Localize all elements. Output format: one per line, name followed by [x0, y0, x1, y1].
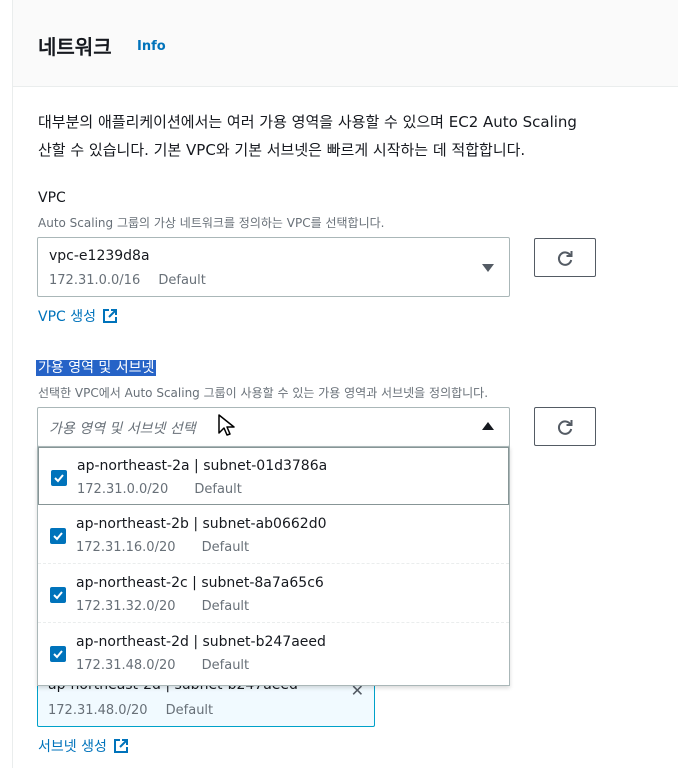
option-cidr: 172.31.48.0/20 [76, 658, 176, 673]
option-meta: 172.31.48.0/20 Default [76, 658, 249, 673]
option-default-tag: Default [201, 599, 250, 614]
option-meta: 172.31.32.0/20 Default [76, 599, 249, 614]
vpc-sublabel: Auto Scaling 그룹의 가상 네트워크를 정의하는 VPC를 선택합니… [38, 216, 385, 230]
vpc-default-tag: Default [158, 273, 206, 288]
az-option[interactable]: ap-northeast-2c | subnet-8a7a65c6 172.31… [38, 565, 509, 623]
description-line-1: 대부분의 애플리케이션에서는 여러 가용 영역을 사용할 수 있으며 EC2 A… [38, 113, 577, 131]
vpc-label: VPC [38, 190, 66, 206]
token-meta: 172.31.48.0/20 Default [48, 703, 213, 718]
check-icon [53, 650, 63, 659]
section-title: 네트워크 [38, 35, 112, 59]
vpc-selected-id: vpc-e1239d8a [49, 248, 150, 264]
option-default-tag: Default [201, 658, 250, 673]
vpc-refresh-button[interactable] [534, 238, 596, 277]
option-label: ap-northeast-2d | subnet-b247aeed [76, 634, 326, 650]
az-option[interactable]: ap-northeast-2d | subnet-b247aeed 172.31… [38, 624, 509, 682]
option-label: ap-northeast-2c | subnet-8a7a65c6 [76, 575, 324, 591]
section-header: 네트워크 Info [13, 0, 678, 87]
refresh-icon [557, 250, 573, 266]
az-placeholder: 가용 영역 및 서브넷 선택 [49, 421, 196, 437]
az-multiselect[interactable]: 가용 영역 및 서브넷 선택 [37, 407, 510, 447]
mouse-cursor-icon [218, 414, 235, 436]
create-vpc-label: VPC 생성 [38, 309, 97, 325]
create-subnet-label: 서브넷 생성 [38, 739, 107, 755]
option-checkbox[interactable] [50, 587, 66, 603]
vpc-select[interactable]: vpc-e1239d8a 172.31.0.0/16 Default [37, 237, 510, 297]
vpc-selected-cidr: 172.31.0.0/16 Default [49, 273, 206, 288]
option-default-tag: Default [194, 482, 242, 497]
option-label: ap-northeast-2a | subnet-01d3786a [77, 458, 328, 474]
network-panel: 네트워크 Info 대부분의 애플리케이션에서는 여러 가용 영역을 사용할 수… [12, 0, 678, 768]
section-description: 대부분의 애플리케이션에서는 여러 가용 영역을 사용할 수 있으며 EC2 A… [38, 108, 577, 164]
caret-up-icon [482, 422, 494, 430]
option-default-tag: Default [201, 540, 250, 555]
option-meta: 172.31.0.0/20 Default [77, 482, 242, 497]
az-sublabel: 선택한 VPC에서 Auto Scaling 그룹이 사용할 수 있는 가용 영… [38, 386, 489, 400]
option-checkbox[interactable] [50, 646, 66, 662]
option-label: ap-northeast-2b | subnet-ab0662d0 [76, 516, 327, 532]
option-cidr: 172.31.16.0/20 [76, 540, 176, 555]
refresh-icon [557, 419, 573, 435]
az-label-text: 가용 영역 및 서브넷 [36, 360, 157, 376]
create-vpc-link[interactable]: VPC 생성 [38, 306, 118, 326]
description-line-2: 산할 수 있습니다. 기본 VPC와 기본 서브넷은 빠르게 시작하는 데 적합… [38, 141, 526, 159]
az-option[interactable]: ap-northeast-2b | subnet-ab0662d0 172.31… [38, 506, 509, 564]
option-cidr: 172.31.32.0/20 [76, 599, 176, 614]
vpc-cidr-text: 172.31.0.0/16 [49, 273, 141, 288]
token-cidr: 172.31.48.0/20 [48, 703, 148, 718]
check-icon [54, 474, 64, 483]
option-meta: 172.31.16.0/20 Default [76, 540, 249, 555]
az-refresh-button[interactable] [534, 407, 596, 446]
option-checkbox[interactable] [50, 528, 66, 544]
create-subnet-link[interactable]: 서브넷 생성 [38, 736, 129, 756]
external-link-icon [103, 309, 118, 323]
az-option[interactable]: ap-northeast-2a | subnet-01d3786a 172.31… [38, 447, 509, 505]
caret-down-icon [482, 264, 494, 272]
info-link[interactable]: Info [137, 39, 166, 54]
external-link-icon [113, 739, 128, 753]
option-cidr: 172.31.0.0/20 [77, 482, 169, 497]
token-default-tag: Default [165, 703, 214, 718]
option-checkbox[interactable] [51, 470, 67, 486]
check-icon [53, 591, 63, 600]
az-label: 가용 영역 및 서브넷 [36, 357, 157, 377]
check-icon [53, 532, 63, 541]
az-dropdown-list: ap-northeast-2a | subnet-01d3786a 172.31… [37, 446, 510, 686]
